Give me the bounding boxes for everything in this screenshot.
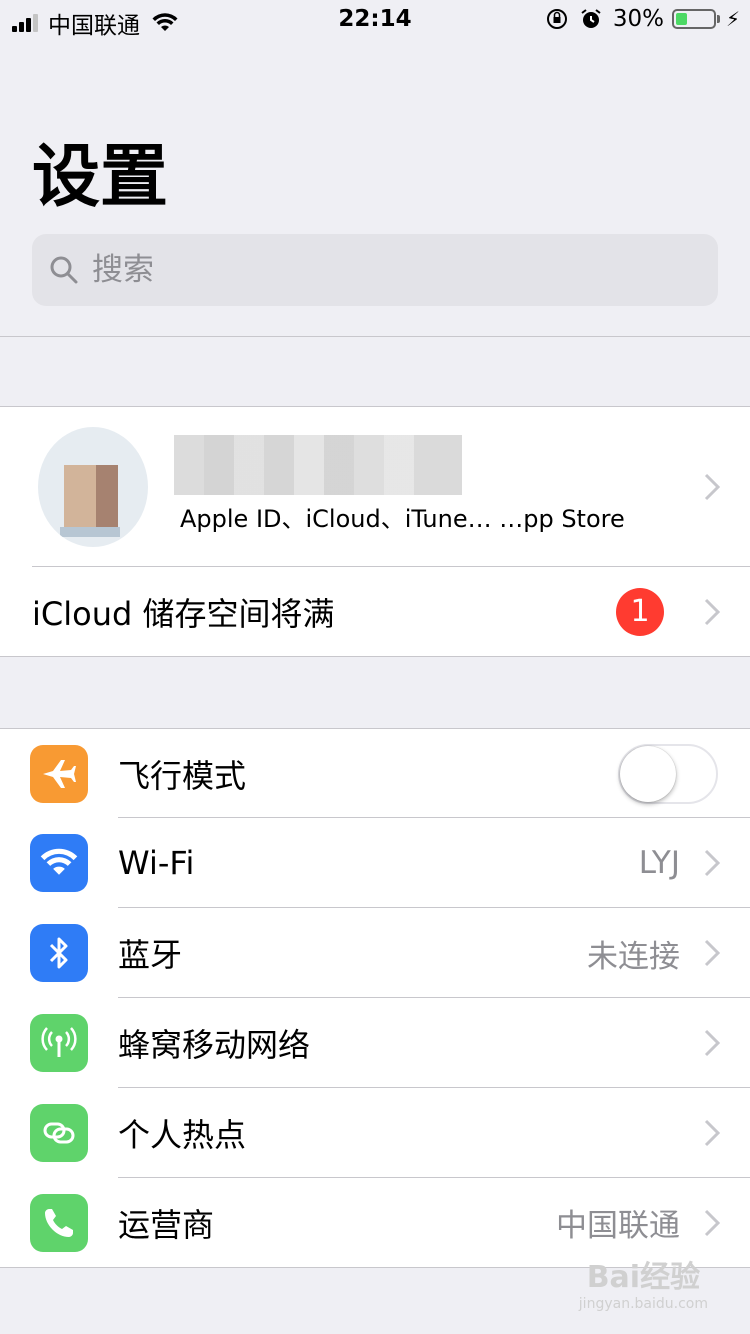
alarm-icon bbox=[581, 9, 601, 28]
account-group: Apple ID、iCloud、iTune… …pp Store iCloud … bbox=[0, 406, 750, 657]
bluetooth-label: 蓝牙 bbox=[118, 936, 183, 974]
battery-tip bbox=[716, 15, 720, 23]
cellular-icon bbox=[30, 1014, 88, 1072]
chevron-right-icon bbox=[704, 1029, 720, 1057]
chevron-right-icon bbox=[704, 1119, 720, 1147]
chevron-right-icon bbox=[704, 849, 720, 877]
carrier-label: 运营商 bbox=[118, 1205, 215, 1244]
chevron-right-icon bbox=[704, 473, 720, 501]
notification-badge: 1 bbox=[616, 587, 664, 636]
carrier-value: 中国联通 bbox=[556, 1208, 680, 1244]
airplane-icon bbox=[30, 744, 88, 803]
settings-group: 飞行模式 Wi-Fi LYJ 蓝牙 未连接 蜂窝移动网络 个人热点 运营商 中国… bbox=[0, 728, 750, 1268]
search-icon bbox=[50, 256, 78, 284]
settings-row-bluetooth[interactable]: 蓝牙 未连接 bbox=[0, 908, 750, 998]
hotspot-icon bbox=[30, 1104, 88, 1162]
settings-row-wifi[interactable]: Wi-Fi LYJ bbox=[0, 818, 750, 908]
icloud-storage-row[interactable]: iCloud 储存空间将满 1 bbox=[0, 567, 750, 656]
cellular-label: 蜂窝移动网络 bbox=[118, 1026, 311, 1064]
charging-icon: ⚡ bbox=[725, 7, 740, 31]
account-subtitle: Apple ID、iCloud、iTune… …pp Store bbox=[180, 505, 625, 533]
bluetooth-icon bbox=[30, 924, 88, 982]
avatar[interactable] bbox=[38, 427, 148, 547]
search-input[interactable] bbox=[92, 252, 672, 288]
airplane-mode-toggle[interactable] bbox=[618, 743, 718, 804]
baidu-watermark: Bai经验 jingyan.baidu.com bbox=[579, 1252, 708, 1312]
watermark-text: Bai经验 bbox=[586, 1260, 701, 1295]
airplane-mode-label: 飞行模式 bbox=[118, 756, 247, 795]
toggle-knob bbox=[620, 745, 676, 802]
watermark-url: jingyan.baidu.com bbox=[578, 1296, 708, 1312]
settings-row-airplane[interactable]: 飞行模式 bbox=[0, 729, 750, 818]
header-divider bbox=[0, 336, 750, 337]
chevron-right-icon bbox=[704, 939, 720, 967]
phone-icon bbox=[30, 1193, 88, 1252]
account-name-redacted bbox=[174, 435, 462, 495]
page-title: 设置 bbox=[32, 138, 169, 217]
settings-row-cellular[interactable]: 蜂窝移动网络 bbox=[0, 998, 750, 1088]
wifi-value: LYJ bbox=[638, 845, 680, 881]
battery-percent: 30% bbox=[612, 6, 664, 32]
wifi-label: Wi-Fi bbox=[118, 844, 195, 882]
chevron-right-icon bbox=[704, 598, 720, 625]
apple-id-row[interactable]: Apple ID、iCloud、iTune… …pp Store bbox=[0, 407, 750, 567]
hotspot-label: 个人热点 bbox=[118, 1116, 247, 1154]
status-bar: 中国联通 22:14 30% ⚡ bbox=[0, 0, 750, 40]
search-bar[interactable] bbox=[32, 234, 718, 306]
rotation-lock-icon bbox=[546, 9, 567, 29]
battery-icon bbox=[671, 9, 716, 29]
chevron-right-icon bbox=[704, 1209, 720, 1236]
settings-row-hotspot[interactable]: 个人热点 bbox=[0, 1088, 750, 1178]
icloud-storage-label: iCloud 储存空间将满 bbox=[32, 594, 335, 633]
bluetooth-value: 未连接 bbox=[587, 938, 680, 975]
status-right: 30% ⚡ bbox=[545, 6, 740, 32]
wifi-icon bbox=[30, 834, 88, 892]
